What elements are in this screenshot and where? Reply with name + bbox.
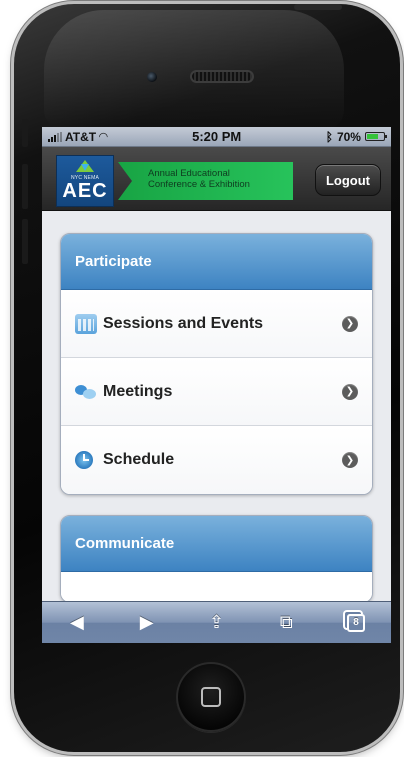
forward-arrow-icon: ▶: [139, 612, 154, 632]
volume-up-button: [22, 164, 28, 209]
earpiece-speaker: [190, 70, 254, 83]
volume-down-button: [22, 219, 28, 264]
tabs-icon: 8: [347, 613, 366, 632]
meetings-icon: [75, 382, 97, 402]
wifi-icon: ◠: [99, 131, 108, 143]
bluetooth-icon: ᛒ: [325, 129, 333, 144]
tabs-button[interactable]: 8: [336, 608, 376, 638]
chevron-right-icon: ❯: [342, 383, 358, 400]
list-item-schedule[interactable]: Schedule ❯: [61, 426, 372, 494]
logo-mark-icon: [76, 160, 94, 172]
communicate-section: Communicate: [60, 515, 373, 603]
list-item[interactable]: [61, 572, 372, 602]
conference-banner: Annual Educational Conference & Exhibiti…: [118, 162, 293, 200]
carrier-area: AT&T ◠: [48, 130, 108, 144]
list-item-sessions-and-events[interactable]: Sessions and Events ❯: [61, 290, 372, 358]
clock-icon: [75, 451, 93, 469]
section-header-participate: Participate: [61, 234, 372, 290]
banner-line-2: Conference & Exhibition: [148, 179, 250, 190]
signal-icon: [48, 131, 62, 142]
forward-button[interactable]: ▶: [127, 608, 167, 638]
silent-switch: [22, 119, 28, 147]
browser-toolbar: ◀ ▶ ⇪ ⧉ 8: [42, 601, 391, 643]
bookmarks-button[interactable]: ⧉: [266, 608, 306, 638]
app-header: NYC NEMA AEC Annual Educational Conferen…: [42, 147, 391, 211]
back-arrow-icon: ◀: [69, 612, 84, 632]
list-item-label: Sessions and Events: [103, 314, 264, 332]
home-button[interactable]: [176, 662, 246, 732]
logo-text: AEC: [62, 180, 108, 202]
carrier-name: AT&T: [65, 129, 97, 144]
phone-screen: AT&T ◠ 5:20 PM ᛒ 70% NYC NEMA AEC Annual…: [42, 127, 391, 643]
front-camera: [147, 72, 157, 82]
share-icon: ⇪: [208, 612, 225, 632]
power-button: [294, 4, 342, 10]
banner-line-1: Annual Educational: [148, 168, 230, 179]
logout-button[interactable]: Logout: [315, 164, 381, 196]
battery-percent: 70%: [336, 129, 361, 144]
share-button[interactable]: ⇪: [196, 608, 236, 638]
status-bar: AT&T ◠ 5:20 PM ᛒ 70%: [42, 127, 391, 147]
chevron-right-icon: ❯: [342, 452, 358, 468]
home-square-icon: [201, 687, 221, 707]
list-item-meetings[interactable]: Meetings ❯: [61, 358, 372, 426]
calendar-icon: [75, 313, 97, 334]
book-icon: ⧉: [279, 612, 293, 632]
section-header-communicate: Communicate: [61, 516, 372, 572]
back-button[interactable]: ◀: [57, 608, 97, 638]
battery-area: ᛒ 70%: [325, 129, 387, 144]
participate-section: Participate Sessions and Events ❯ Meetin…: [60, 233, 373, 495]
battery-icon: [364, 132, 387, 141]
aec-logo: NYC NEMA AEC: [56, 155, 114, 207]
logo-subtext: NYC NEMA: [71, 175, 99, 181]
list-item-label: Meetings: [103, 382, 173, 400]
clock: 5:20 PM: [192, 129, 242, 144]
list-item-label: Schedule: [103, 451, 175, 468]
chevron-right-icon: ❯: [342, 315, 358, 332]
main-content: Participate Sessions and Events ❯ Meetin…: [42, 211, 391, 603]
